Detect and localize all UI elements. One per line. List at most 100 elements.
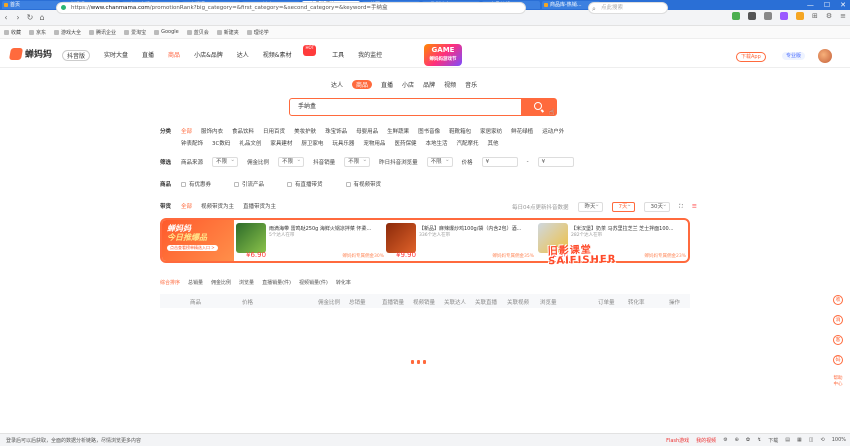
- status-item[interactable]: 100%: [832, 437, 846, 444]
- menu-icon[interactable]: ≡: [840, 12, 846, 20]
- goods-checkbox[interactable]: 引流产品: [234, 180, 264, 188]
- close-icon[interactable]: ✕: [840, 0, 846, 10]
- extension-icon[interactable]: [763, 12, 772, 20]
- browser-search-input[interactable]: ⌕ 点此搜索: [588, 2, 668, 14]
- goods-checkbox[interactable]: 有视频带货: [345, 180, 381, 188]
- maximize-icon[interactable]: ☐: [824, 0, 830, 10]
- search-tab[interactable]: 品牌: [423, 80, 435, 89]
- category-item[interactable]: 鞋靴箱包: [449, 127, 471, 135]
- column-header[interactable]: 转化率: [628, 298, 645, 306]
- column-header[interactable]: 总销量: [349, 298, 366, 306]
- price-max-input[interactable]: ¥: [537, 157, 574, 167]
- status-item[interactable]: ⚙: [723, 437, 727, 444]
- vip-button[interactable]: 专业版: [782, 52, 806, 60]
- search-tab[interactable]: 小店: [402, 80, 414, 89]
- nav-item[interactable]: 视频&素材: [263, 50, 292, 61]
- category-item[interactable]: 生鲜蔬果: [387, 127, 409, 135]
- nav-item[interactable]: 小店&品牌: [194, 50, 223, 61]
- nav-item[interactable]: 实时大盘: [104, 50, 128, 61]
- bring-option[interactable]: 全部: [181, 202, 192, 210]
- bookmark-item[interactable]: Google: [154, 29, 179, 35]
- price-min-input[interactable]: ¥: [481, 157, 518, 167]
- bookmark-item[interactable]: 理论学: [246, 29, 269, 36]
- column-header[interactable]: 关联达人: [444, 298, 466, 306]
- category-item[interactable]: 运动户外: [542, 127, 564, 135]
- extension-icon[interactable]: [795, 12, 804, 20]
- status-item[interactable]: 下载: [768, 437, 778, 444]
- expand-icon[interactable]: ⛶: [679, 204, 683, 211]
- nav-item[interactable]: 我的监控: [358, 50, 382, 61]
- nav-item[interactable]: 直播: [142, 50, 154, 61]
- rail-button[interactable]: 码: [833, 355, 843, 365]
- sort-option[interactable]: 佣金比例: [211, 279, 231, 286]
- status-item[interactable]: ✿: [746, 437, 750, 444]
- sort-option[interactable]: 浏览量: [239, 279, 254, 286]
- bookmark-item[interactable]: 京东: [29, 29, 46, 36]
- column-header[interactable]: 视频销量: [413, 298, 435, 306]
- category-item[interactable]: 其他: [487, 139, 498, 147]
- search-tab[interactable]: 视频: [444, 80, 456, 89]
- sort-option[interactable]: 总销量: [188, 279, 203, 286]
- status-item[interactable]: ◫: [809, 437, 814, 444]
- column-header[interactable]: 关联视频: [507, 298, 529, 306]
- goods-checkbox[interactable]: 有直播带货: [287, 180, 323, 188]
- nav-item[interactable]: 达人: [237, 50, 249, 61]
- promo-title-block[interactable]: 蝉妈妈 今日推爆品 点击查看榜单精选入口 >: [162, 220, 234, 261]
- site-logo[interactable]: 蝉妈妈: [8, 47, 52, 60]
- category-item[interactable]: 家居家纺: [480, 127, 502, 135]
- sort-option[interactable]: 直播销量(件): [262, 279, 291, 286]
- bookmark-item[interactable]: 爱淘宝: [124, 29, 146, 36]
- nav-item[interactable]: 工具: [332, 50, 344, 61]
- extension-icon[interactable]: [747, 12, 756, 20]
- list-view-icon[interactable]: ☰: [692, 204, 697, 210]
- download-app-button[interactable]: 下载App: [736, 52, 766, 62]
- status-item[interactable]: ▦: [797, 437, 802, 444]
- column-header[interactable]: 浏览量: [540, 298, 557, 306]
- avatar[interactable]: [818, 49, 832, 63]
- time-option[interactable]: 昨天: [577, 201, 603, 212]
- grid-icon[interactable]: ⊞: [812, 12, 818, 20]
- bring-option[interactable]: 视频带货为主: [201, 202, 234, 210]
- status-item[interactable]: ▤: [785, 437, 790, 444]
- category-item[interactable]: 汽配摩托: [456, 139, 478, 147]
- column-header[interactable]: 直播销量: [382, 298, 404, 306]
- search-tab[interactable]: 直播: [381, 80, 393, 89]
- category-item[interactable]: 厨卫家电: [301, 139, 323, 147]
- promo-product-card[interactable]: 雨滴海带 雷鸣哒250g 海鲜火锅凉拌菜 怀柔... 5个达人在带 ¥6.90 蝉妈妈…: [236, 223, 384, 259]
- bookmark-item[interactable]: 蓝贝会: [186, 29, 209, 36]
- category-item[interactable]: 母婴用品: [356, 127, 378, 135]
- search-tab[interactable]: 达人: [331, 80, 343, 89]
- minimize-icon[interactable]: —: [807, 0, 814, 10]
- category-item[interactable]: 图书音像: [418, 127, 440, 135]
- column-header[interactable]: 佣金比例: [318, 298, 340, 306]
- search-tab[interactable]: 音乐: [465, 80, 477, 89]
- category-item[interactable]: 本地生活: [425, 139, 447, 147]
- nav-item[interactable]: 抖音版: [62, 50, 91, 61]
- bookmark-item[interactable]: 收藏: [4, 29, 21, 36]
- category-item[interactable]: 服饰内衣: [201, 127, 223, 135]
- status-item[interactable]: ↯: [757, 437, 761, 444]
- category-item[interactable]: 钟表配饰: [181, 139, 203, 147]
- search-tab[interactable]: 商品: [352, 80, 373, 89]
- bookmark-item[interactable]: 新建夹: [216, 29, 239, 36]
- category-item[interactable]: 家具建材: [270, 139, 292, 147]
- bring-option[interactable]: 直播带货为主: [243, 202, 276, 210]
- bookmark-item[interactable]: 游戏大全: [54, 29, 81, 36]
- search-input[interactable]: 手纳盒: [289, 98, 522, 116]
- browser-tab[interactable]: 首页: [2, 1, 60, 9]
- sort-option[interactable]: 综合排序: [160, 279, 180, 286]
- event-banner[interactable]: GAME 蝉妈妈游戏节: [424, 44, 462, 66]
- rail-button[interactable]: 收: [833, 295, 843, 305]
- extension-icon[interactable]: [731, 12, 740, 20]
- category-item[interactable]: 鲜花绿植: [511, 127, 533, 135]
- rail-button[interactable]: 客: [833, 335, 843, 345]
- column-header[interactable]: 订单量: [598, 298, 615, 306]
- category-item[interactable]: 礼品文创: [239, 139, 261, 147]
- category-item[interactable]: 全部: [181, 127, 192, 135]
- promo-product-card[interactable]: 【新品】麻辣爆炒鸡100g/袋（内含2包）酒... 336个达人在带 ¥9.90 蝉妈…: [386, 223, 534, 259]
- nav-item[interactable]: 商品: [168, 50, 180, 61]
- column-header[interactable]: 关联直播: [475, 298, 497, 306]
- time-option[interactable]: 7天: [611, 201, 635, 212]
- help-center-link[interactable]: 帮助中心: [833, 375, 843, 387]
- sort-option[interactable]: 视频销量(件): [299, 279, 328, 286]
